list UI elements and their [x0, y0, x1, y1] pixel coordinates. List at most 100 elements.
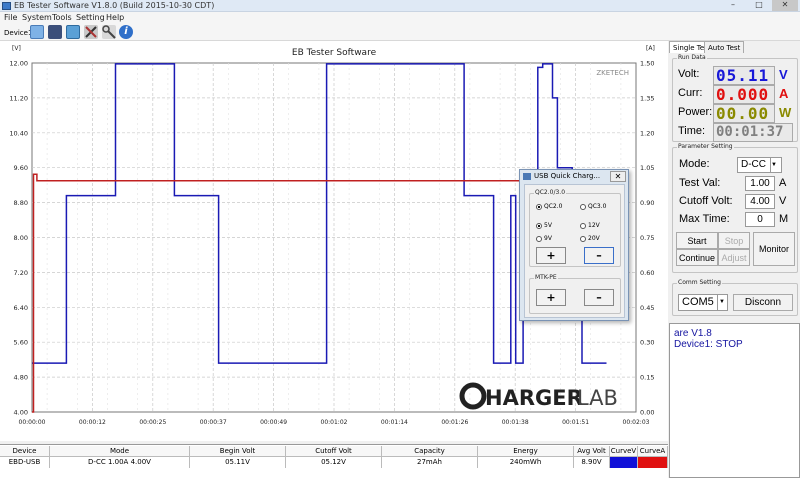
- table-header-cell: CurveA: [638, 446, 668, 457]
- mtk-pe-title: MTK-PE: [534, 274, 558, 281]
- curr-label: Curr:: [678, 87, 703, 99]
- continue-button[interactable]: Continue: [676, 249, 718, 266]
- menu-system[interactable]: System: [22, 13, 52, 22]
- dialog-close-button[interactable]: ✕: [610, 171, 626, 182]
- com-port-select[interactable]: COM5 ▼: [678, 294, 728, 311]
- y2-tick-label: 0.60: [640, 269, 654, 277]
- table-row-cell: EBD-USB: [0, 457, 50, 468]
- qc-minus-button[interactable]: –: [584, 247, 614, 264]
- 5v-radio[interactable]: 5V: [536, 222, 552, 229]
- com-port-value: COM5: [682, 296, 714, 308]
- y2-tick-label: 0.00: [640, 409, 654, 417]
- y-tick-label: 8.00: [14, 234, 28, 242]
- curve-v-swatch[interactable]: [610, 457, 638, 468]
- mode-label: Mode:: [679, 158, 710, 170]
- run-data-title: Run Data: [677, 54, 707, 61]
- status-log: are V1.8 Device1: STOP: [669, 323, 800, 478]
- qc30-label: QC3.0: [588, 203, 607, 210]
- max-time-unit: M: [779, 213, 789, 225]
- logo-text-lab: LAB: [577, 386, 618, 410]
- monitor-button[interactable]: Monitor: [753, 232, 795, 266]
- 20v-radio[interactable]: 20V: [580, 235, 600, 242]
- y2-tick-label: 0.90: [640, 199, 654, 207]
- x-tick-label: 00:00:12: [79, 419, 106, 426]
- start-button[interactable]: Start: [676, 232, 718, 249]
- qc30-radio[interactable]: QC3.0: [580, 203, 606, 210]
- table-header-cell: CurveV: [610, 446, 638, 457]
- y2-tick-label: 0.30: [640, 339, 654, 347]
- tools-icon[interactable]: [84, 25, 98, 39]
- qc20-radio[interactable]: QC2.0: [536, 203, 562, 210]
- run-data-group: Run Data Volt: 05.11 V Curr: 0.000 A Pow…: [672, 54, 798, 142]
- mtk-plus-button[interactable]: +: [536, 289, 566, 306]
- device-label: Device1: [4, 29, 33, 37]
- comm-setting-title: Comm Setting: [677, 279, 722, 286]
- chevron-down-icon: ▼: [717, 295, 726, 310]
- app-icon: [2, 2, 11, 10]
- chart-icon[interactable]: [66, 25, 80, 39]
- 5v-label: 5V: [544, 222, 552, 229]
- watermark-text: ZKETECH: [596, 69, 629, 77]
- table-row-cell: D-CC 1.00A 4.00V: [50, 457, 190, 468]
- x-tick-label: 00:00:49: [260, 419, 287, 426]
- window-title: EB Tester Software V1.8.0 (Build 2015-10…: [14, 1, 215, 10]
- y2-tick-label: 1.20: [640, 129, 654, 137]
- adjust-button[interactable]: Adjust: [718, 249, 750, 266]
- table-row-cell: 05.11V: [190, 457, 286, 468]
- dialog-icon: [523, 173, 531, 180]
- comm-setting-group: Comm Setting COM5 ▼ Disconn: [672, 279, 798, 316]
- x-tick-label: 00:02:03: [623, 419, 650, 426]
- disconnect-button[interactable]: Disconn: [733, 294, 793, 311]
- results-table: Device EBD-USB Mode D-CC 1.00A 4.00V Begin V…: [0, 444, 668, 478]
- cutoff-volt-input[interactable]: 4.00: [745, 194, 775, 209]
- stop-button[interactable]: Stop: [718, 232, 750, 249]
- volt-label: Volt:: [678, 68, 700, 80]
- parameter-setting-title: Parameter Setting: [677, 143, 734, 150]
- mtk-minus-button[interactable]: –: [584, 289, 614, 306]
- test-val-input[interactable]: 1.00: [745, 176, 775, 191]
- table-row-cell: 27mAh: [382, 457, 478, 468]
- table-header-cell: Cutoff Volt: [286, 446, 382, 457]
- y2-tick-label: 0.75: [640, 234, 654, 242]
- maximize-button[interactable]: □: [746, 0, 772, 11]
- info-icon[interactable]: i: [119, 25, 133, 39]
- 9v-radio[interactable]: 9V: [536, 235, 552, 242]
- y2-tick-label: 0.45: [640, 304, 654, 312]
- qc-plus-button[interactable]: +: [536, 247, 566, 264]
- wrench-icon[interactable]: [102, 25, 116, 39]
- 12v-radio[interactable]: 12V: [580, 222, 600, 229]
- table-row-cell: 8.90V: [574, 457, 610, 468]
- x-tick-label: 00:00:25: [139, 419, 166, 426]
- dialog-title: USB Quick Charg...: [534, 172, 601, 180]
- tab-auto-test[interactable]: Auto Test: [704, 41, 745, 53]
- dialog-body: QC2.0/3.0 QC2.0 QC3.0 5V 12V 9V 20V + – …: [524, 184, 625, 318]
- max-time-input[interactable]: 0: [745, 212, 775, 227]
- y-tick-label: 6.40: [14, 304, 28, 312]
- max-time-label: Max Time:: [679, 213, 730, 225]
- open-icon[interactable]: [30, 25, 44, 39]
- menu-setting[interactable]: Setting: [76, 13, 105, 22]
- y-tick-label: 4.00: [14, 409, 28, 417]
- logo-text: HARGER: [485, 386, 583, 410]
- table-header-cell: Energy: [478, 446, 574, 457]
- right-axis-unit: [A]: [646, 45, 655, 52]
- y-tick-label: 4.80: [14, 374, 28, 382]
- table-header-cell: Begin Volt: [190, 446, 286, 457]
- minimize-button[interactable]: –: [720, 0, 746, 11]
- 20v-label: 20V: [588, 235, 600, 242]
- save-icon[interactable]: [48, 25, 62, 39]
- curve-a-swatch[interactable]: [638, 457, 668, 468]
- menu-file[interactable]: File: [4, 13, 17, 22]
- y-tick-label: 8.80: [14, 199, 28, 207]
- x-tick-label: 00:01:26: [441, 419, 468, 426]
- menu-tools[interactable]: Tools: [52, 13, 72, 22]
- y-tick-label: 7.20: [14, 269, 28, 277]
- table-row-cell: 240mWh: [478, 457, 574, 468]
- table-header-cell: Device: [0, 446, 50, 457]
- qc-group-title: QC2.0/3.0: [534, 189, 567, 196]
- close-button[interactable]: ✕: [772, 0, 798, 11]
- menu-help[interactable]: Help: [106, 13, 124, 22]
- mode-select[interactable]: D-CC ▼: [737, 157, 782, 173]
- log-line: Device1: STOP: [674, 339, 743, 350]
- log-line: are V1.8: [674, 328, 712, 339]
